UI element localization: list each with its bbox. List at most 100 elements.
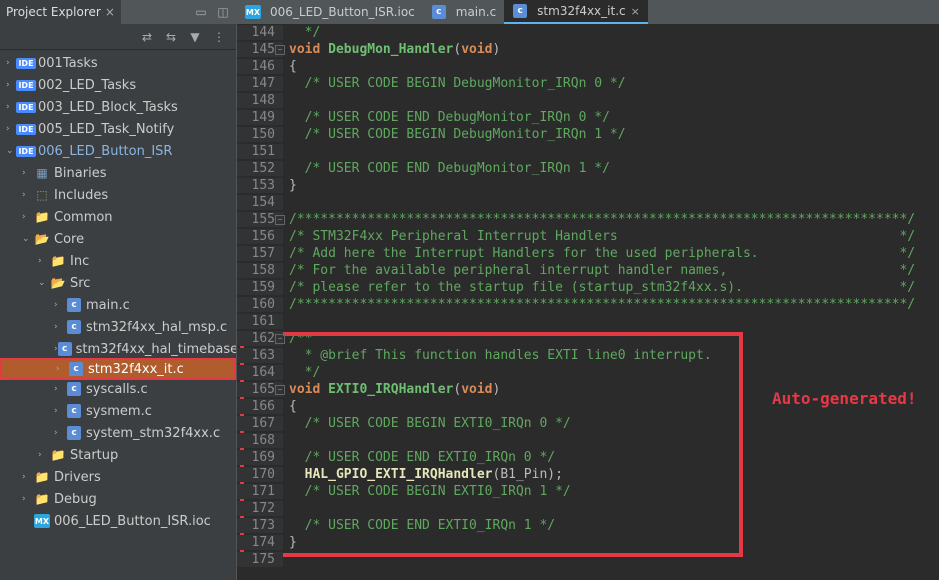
link-editor-icon[interactable]: ⇆	[164, 30, 178, 44]
tree-item[interactable]: ⌄IDE006_LED_Button_ISR	[0, 140, 236, 162]
code-line[interactable]: 155−/***********************************…	[237, 211, 939, 228]
tree-item-icon: IDE	[18, 121, 34, 137]
code-line[interactable]: 173 /* USER CODE END EXTI0_IRQn 1 */	[237, 517, 939, 534]
tree-item[interactable]: ›▦Binaries	[0, 162, 236, 184]
code-content: void DebugMon_Handler(void)	[283, 42, 500, 57]
code-line[interactable]: 160/************************************…	[237, 296, 939, 313]
code-line[interactable]: 151	[237, 143, 939, 160]
tree-item[interactable]: ›📁Drivers	[0, 466, 236, 488]
code-line[interactable]: 170 HAL_GPIO_EXTI_IRQHandler(B1_Pin);	[237, 466, 939, 483]
expand-arrow-icon[interactable]: ›	[54, 406, 66, 416]
code-line[interactable]: 171 /* USER CODE BEGIN EXTI0_IRQn 1 */	[237, 483, 939, 500]
code-line[interactable]: 167 /* USER CODE BEGIN EXTI0_IRQn 0 */	[237, 415, 939, 432]
tree-item[interactable]: ›📁Startup	[0, 444, 236, 466]
expand-arrow-icon[interactable]: ›	[54, 428, 66, 438]
expand-arrow-icon[interactable]: ›	[54, 384, 66, 394]
tree-item[interactable]: ›cstm32f4xx_hal_msp.c	[0, 316, 236, 338]
code-line[interactable]: 154	[237, 194, 939, 211]
tree-item-label: Core	[54, 232, 84, 247]
line-number: 161	[237, 314, 283, 329]
code-line[interactable]: 164 */	[237, 364, 939, 381]
code-line[interactable]: 174}	[237, 534, 939, 551]
expand-arrow-icon[interactable]: ›	[38, 450, 50, 460]
tree-item[interactable]: ›cstm32f4xx_it.c	[0, 358, 236, 380]
expand-arrow-icon[interactable]: ›	[54, 300, 66, 310]
tab-file-icon: MX	[245, 4, 261, 20]
restore-icon[interactable]: ◫	[216, 5, 230, 19]
tree-item[interactable]: ⌄📂Core	[0, 228, 236, 250]
fold-icon[interactable]: −	[275, 385, 285, 395]
tree-item[interactable]: ›csystem_stm32f4xx.c	[0, 422, 236, 444]
code-line[interactable]: 156/* STM32F4xx Peripheral Interrupt Han…	[237, 228, 939, 245]
tree-item[interactable]: MX006_LED_Button_ISR.ioc	[0, 510, 236, 532]
tree-item[interactable]: ›📁Common	[0, 206, 236, 228]
minimize-icon[interactable]: ▭	[194, 5, 208, 19]
tree-item[interactable]: ›cstm32f4xx_hal_timebase_tim.c	[0, 338, 236, 360]
tree-item[interactable]: ›IDE002_LED_Tasks	[0, 74, 236, 96]
expand-arrow-icon[interactable]: ›	[22, 472, 34, 482]
expand-arrow-icon[interactable]: ›	[22, 494, 34, 504]
collapse-all-icon[interactable]: ⇄	[140, 30, 154, 44]
code-content: /* USER CODE END EXTI0_IRQn 0 */	[283, 450, 555, 465]
editor-tab[interactable]: MX 006_LED_Button_ISR.ioc	[237, 0, 423, 24]
editor-tab[interactable]: cstm32f4xx_it.c×	[504, 0, 648, 24]
expand-arrow-icon[interactable]: ›	[54, 322, 66, 332]
fold-icon[interactable]: −	[275, 45, 285, 55]
code-line[interactable]: 172	[237, 500, 939, 517]
code-line[interactable]: 157/* Add here the Interrupt Handlers fo…	[237, 245, 939, 262]
tree-item[interactable]: ›📁Debug	[0, 488, 236, 510]
expand-arrow-icon[interactable]: ›	[22, 212, 34, 222]
code-line[interactable]: 168	[237, 432, 939, 449]
code-line[interactable]: 162−/**	[237, 330, 939, 347]
code-line[interactable]: 148	[237, 92, 939, 109]
code-content: /* USER CODE BEGIN DebugMonitor_IRQn 1 *…	[283, 127, 626, 142]
code-line[interactable]: 152 /* USER CODE END DebugMonitor_IRQn 1…	[237, 160, 939, 177]
line-number: 165−	[237, 382, 283, 397]
code-line[interactable]: 161	[237, 313, 939, 330]
code-line[interactable]: 146{	[237, 58, 939, 75]
code-line[interactable]: 153}	[237, 177, 939, 194]
code-line[interactable]: 169 /* USER CODE END EXTI0_IRQn 0 */	[237, 449, 939, 466]
code-line[interactable]: 158/* For the available peripheral inter…	[237, 262, 939, 279]
tree-item[interactable]: ›cmain.c	[0, 294, 236, 316]
code-line[interactable]: 145−void DebugMon_Handler(void)	[237, 41, 939, 58]
sidebar-title-tab[interactable]: Project Explorer ×	[0, 0, 121, 24]
expand-arrow-icon[interactable]: ⌄	[38, 278, 50, 288]
tree-item[interactable]: ⌄📂Src	[0, 272, 236, 294]
tree-item-icon: MX	[34, 513, 50, 529]
editor-tab[interactable]: cmain.c	[423, 0, 504, 24]
close-icon[interactable]: ×	[631, 5, 640, 18]
tree-item[interactable]: ›csysmem.c	[0, 400, 236, 422]
tree-item[interactable]: ›IDE001Tasks	[0, 52, 236, 74]
tree-item-icon: 📂	[50, 275, 66, 291]
expand-arrow-icon[interactable]: ›	[38, 256, 50, 266]
tree-item[interactable]: ›csyscalls.c	[0, 378, 236, 400]
view-menu-icon[interactable]: ⋮	[212, 30, 226, 44]
code-line[interactable]: 163 * @brief This function handles EXTI …	[237, 347, 939, 364]
tab-label: 006_LED_Button_ISR.ioc	[270, 5, 415, 19]
tree-item[interactable]: ›IDE003_LED_Block_Tasks	[0, 96, 236, 118]
expand-arrow-icon[interactable]: ›	[22, 168, 34, 178]
code-line[interactable]: 147 /* USER CODE BEGIN DebugMonitor_IRQn…	[237, 75, 939, 92]
tree-item[interactable]: ›⬚Includes	[0, 184, 236, 206]
tree-item[interactable]: ›📁Inc	[0, 250, 236, 272]
tree-item-icon: 📁	[34, 469, 50, 485]
code-line[interactable]: 159/* please refer to the startup file (…	[237, 279, 939, 296]
filter-icon[interactable]: ▼	[188, 30, 202, 44]
tree-item-icon: IDE	[18, 99, 34, 115]
fold-icon[interactable]: −	[275, 334, 285, 344]
code-line[interactable]: 149 /* USER CODE END DebugMonitor_IRQn 0…	[237, 109, 939, 126]
expand-arrow-icon[interactable]: ›	[22, 190, 34, 200]
close-icon[interactable]: ×	[105, 5, 115, 19]
expand-arrow-icon[interactable]: ⌄	[22, 234, 34, 244]
code-editor[interactable]: Auto-generated! 144 */145−void DebugMon_…	[237, 24, 939, 580]
tree-item[interactable]: ›IDE005_LED_Task_Notify	[0, 118, 236, 140]
fold-icon[interactable]: −	[275, 215, 285, 225]
expand-arrow-icon[interactable]: ›	[56, 364, 68, 374]
code-line[interactable]: 150 /* USER CODE BEGIN DebugMonitor_IRQn…	[237, 126, 939, 143]
tree-item-icon: IDE	[18, 77, 34, 93]
code-line[interactable]: 175	[237, 551, 939, 568]
tree-item-label: Startup	[70, 448, 118, 463]
code-line[interactable]: 144 */	[237, 24, 939, 41]
line-number: 144	[237, 25, 283, 40]
